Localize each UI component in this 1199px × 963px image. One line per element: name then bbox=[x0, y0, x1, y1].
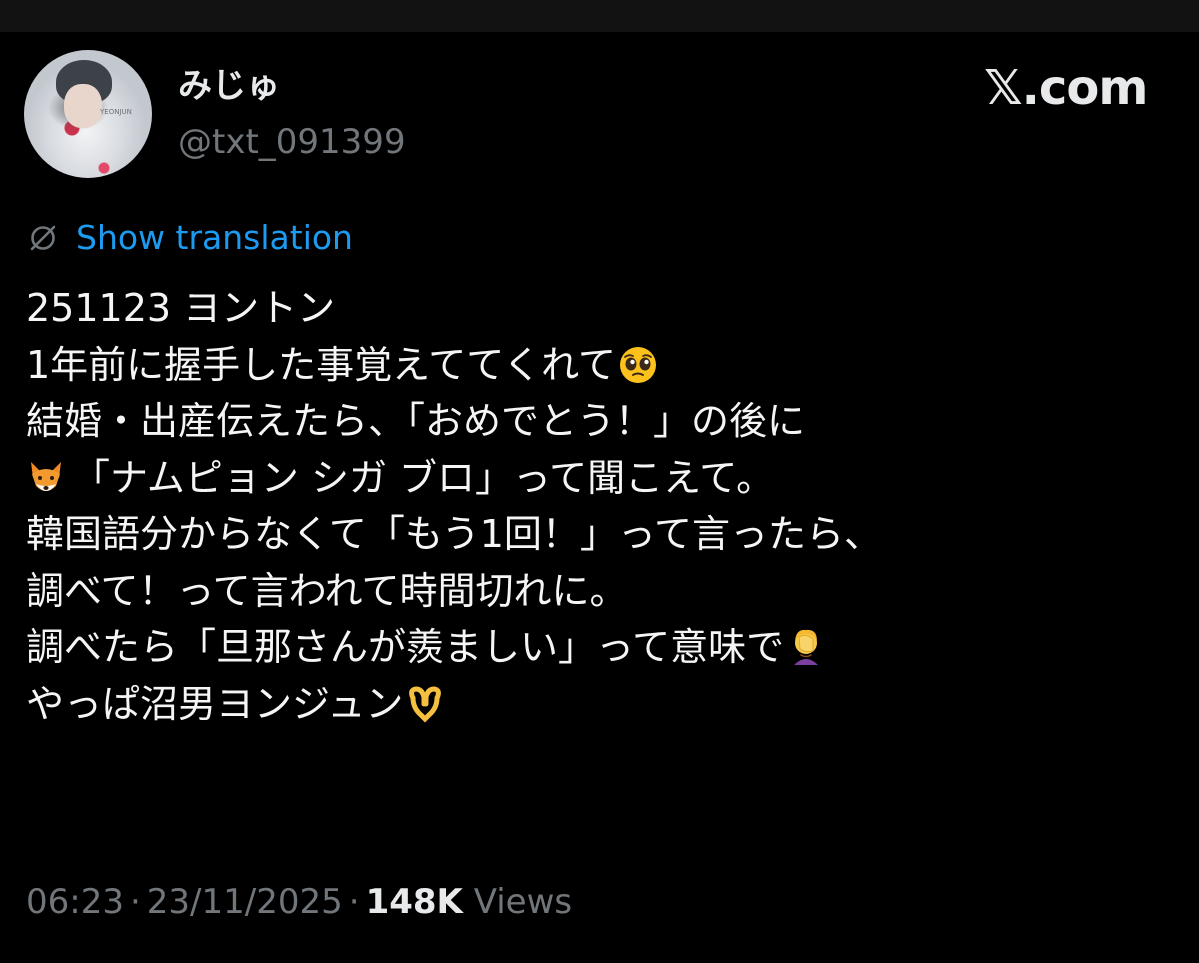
avatar-shirt-text: YEONJUN bbox=[100, 108, 132, 116]
user-handle[interactable]: @txt_091399 bbox=[178, 120, 406, 164]
display-name[interactable]: みじゅ bbox=[178, 64, 280, 108]
heart-hands-icon bbox=[409, 686, 442, 723]
tweet-line-text: 韓国語分からなくて「もう1回！」って言ったら、 bbox=[26, 512, 882, 556]
tweet-line: やっぱ沼男ヨンジュン bbox=[26, 676, 1176, 733]
tweet-line: 調べて！って言われて時間切れに。 bbox=[26, 563, 1176, 620]
meta-separator: · bbox=[348, 882, 360, 922]
tweet-line: 1年前に握手した事覚えててくれて bbox=[26, 337, 1176, 394]
tweet-line-text: 1年前に握手した事覚えててくれて bbox=[26, 342, 616, 387]
top-bar bbox=[0, 0, 1199, 32]
tweet-line-text: 結婚・出産伝えたら、「おめでとう！」の後に bbox=[26, 399, 806, 443]
tweet-line: 結婚・出産伝えたら、「おめでとう！」の後に bbox=[26, 393, 1176, 450]
pleading-face-icon bbox=[620, 346, 656, 383]
tweet-line: 「ナムピョン シガ ブロ」って聞こえて。 bbox=[26, 450, 1176, 507]
tweet-line: 251123 ヨントン bbox=[26, 280, 1176, 337]
tweet-line-text: 「ナムピョン シガ ブロ」って聞こえて。 bbox=[72, 455, 775, 500]
tweet-text: 251123 ヨントン 1年前に握手した事覚えててくれて結婚・出産伝えたら、「おめ… bbox=[26, 280, 1176, 732]
x-logo: 𝕏.com bbox=[984, 60, 1148, 116]
face-palm-icon bbox=[794, 630, 819, 666]
show-translation-row[interactable]: Show translation bbox=[28, 216, 353, 260]
tweet-line-text: 251123 ヨントン bbox=[26, 286, 336, 330]
avatar[interactable]: YEONJUN bbox=[24, 50, 152, 178]
tweet-meta: 06:23 · 23/11/2025 · 148K Views bbox=[26, 880, 572, 924]
tweet-line-text: やっぱ沼男ヨンジュン bbox=[26, 681, 404, 726]
tweet-time[interactable]: 06:23 bbox=[26, 882, 124, 922]
views-count[interactable]: 148K bbox=[366, 882, 463, 922]
meta-separator: · bbox=[129, 882, 141, 922]
tweet-date[interactable]: 23/11/2025 bbox=[147, 882, 343, 922]
globe-slash-icon bbox=[30, 225, 56, 251]
tweet-line: 調べたら「旦那さんが羨ましい」って意味で bbox=[26, 619, 1176, 676]
tweet-line: 韓国語分からなくて「もう1回！」って言ったら、 bbox=[26, 506, 1176, 563]
avatar-face bbox=[64, 84, 102, 128]
views-label: Views bbox=[473, 882, 573, 922]
show-translation-link[interactable]: Show translation bbox=[76, 216, 353, 260]
fox-face-icon bbox=[31, 461, 61, 491]
tweet-line-text: 調べて！って言われて時間切れに。 bbox=[26, 568, 628, 613]
tweet-line-text: 調べたら「旦那さんが羨ましい」って意味で bbox=[26, 625, 785, 669]
